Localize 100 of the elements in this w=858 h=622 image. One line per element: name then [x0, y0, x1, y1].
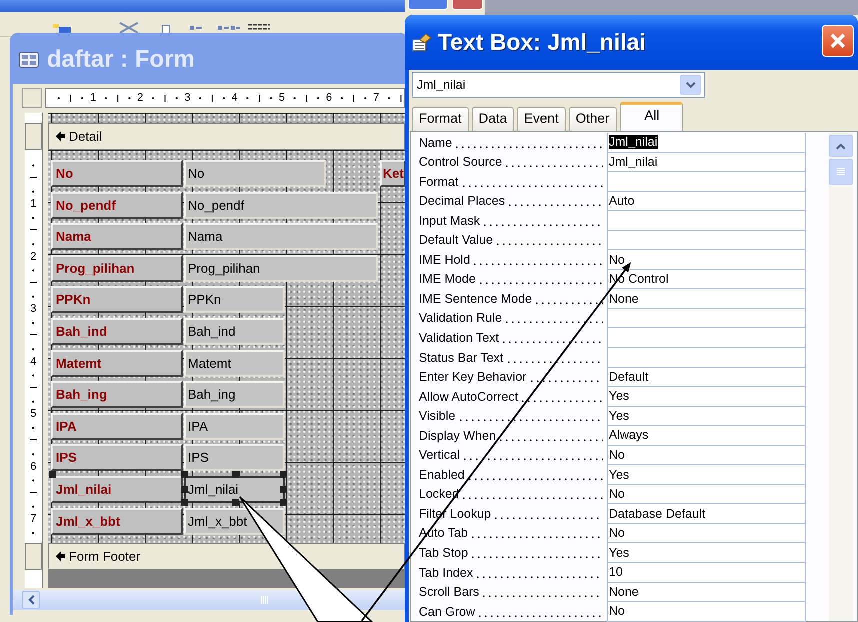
- ruler-number: 5: [276, 92, 288, 104]
- chevron-down-icon: [686, 82, 696, 88]
- property-value[interactable]: No: [607, 602, 806, 622]
- property-name: Name: [419, 136, 452, 150]
- property-value[interactable]: Database Default: [607, 504, 806, 524]
- property-value[interactable]: No: [607, 484, 806, 504]
- property-name: Display When: [419, 428, 496, 443]
- delete-icon[interactable]: [118, 22, 140, 34]
- property-name: Control Source: [419, 155, 502, 170]
- property-name: IME Hold: [419, 252, 470, 267]
- property-name: Tab Stop: [419, 546, 468, 560]
- tab[interactable]: Data: [472, 107, 514, 131]
- dot-leader: [534, 302, 603, 305]
- section-selector[interactable]: [25, 123, 42, 150]
- property-name: Validation Text: [419, 331, 500, 346]
- grip-icon: [837, 168, 845, 176]
- property-name: Input Mask: [419, 214, 480, 228]
- page-icon[interactable]: [162, 25, 170, 35]
- property-value[interactable]: Yes: [607, 543, 806, 564]
- field-label[interactable]: Ket: [380, 160, 406, 187]
- form-selector[interactable]: [22, 88, 42, 108]
- section-title: Form Footer: [69, 549, 141, 564]
- field-label[interactable]: Bah_ing: [51, 381, 183, 408]
- field-label[interactable]: Jml_x_bbt: [51, 508, 183, 535]
- field-label[interactable]: PPKn: [51, 286, 183, 314]
- move-handle[interactable]: [49, 470, 56, 478]
- property-name: Validation Rule: [419, 311, 502, 326]
- field-label[interactable]: IPA: [51, 412, 183, 440]
- section-selector[interactable]: [25, 543, 42, 570]
- property-value[interactable]: Jml_nilai: [607, 152, 806, 172]
- maximize-button[interactable]: [408, 0, 448, 10]
- property-value[interactable]: No: [607, 446, 806, 466]
- vertical-scrollbar[interactable]: [829, 133, 853, 621]
- text-box[interactable]: IPA: [184, 412, 285, 440]
- properties-icon: [412, 34, 432, 52]
- text-box[interactable]: Nama: [184, 223, 378, 250]
- property-name: Default Value: [419, 233, 494, 248]
- scroll-left-button[interactable]: [22, 591, 40, 609]
- window-title: Text Box: Jml_nilai: [438, 29, 646, 56]
- align-icon[interactable]: [218, 26, 240, 31]
- field-label[interactable]: Matemt: [51, 350, 183, 377]
- text-box[interactable]: Prog_pilihan: [184, 254, 378, 282]
- property-value[interactable]: Yes: [607, 406, 806, 426]
- property-name: Visible: [419, 409, 456, 424]
- property-name: Enter Key Behavior: [419, 370, 527, 384]
- form-icon[interactable]: [53, 24, 71, 33]
- section-arrow-icon: [55, 551, 66, 562]
- property-name: Can Grow: [419, 604, 476, 619]
- scroll-up-button[interactable]: [829, 135, 853, 157]
- text-box[interactable]: Matemt: [184, 350, 285, 377]
- align-icon[interactable]: [190, 26, 202, 31]
- property-value[interactable]: No: [607, 250, 806, 270]
- chevron-up-icon: [836, 142, 846, 150]
- property-name: IME Mode: [419, 272, 476, 286]
- text-box[interactable]: Bah_ind: [184, 318, 285, 345]
- text-box[interactable]: No: [184, 160, 326, 187]
- property-value[interactable]: Jml_nilai: [607, 133, 806, 153]
- grip-icon: [261, 596, 269, 604]
- text-box[interactable]: Bah_ing: [184, 381, 285, 408]
- object-dropdown[interactable]: Jml_nilai: [412, 72, 705, 98]
- form-icon: [19, 52, 39, 68]
- window-title: daftar : Form: [47, 46, 196, 74]
- text-box[interactable]: IPS: [184, 444, 285, 472]
- section-arrow-icon: [55, 131, 66, 142]
- property-name: Tab Index: [419, 566, 474, 580]
- property-name: Scroll Bars: [419, 585, 480, 600]
- property-value[interactable]: Always: [607, 426, 806, 446]
- property-value[interactable]: None: [607, 582, 806, 602]
- tab[interactable]: Format: [412, 107, 469, 131]
- property-value[interactable]: No: [607, 524, 806, 544]
- property-name: Status Bar Text: [419, 350, 504, 365]
- tab[interactable]: All: [620, 102, 683, 131]
- property-name: Allow AutoCorrect: [419, 390, 518, 404]
- property-value[interactable]: None: [607, 289, 806, 309]
- field-label[interactable]: Nama: [51, 223, 183, 250]
- property-value[interactable]: Yes: [607, 387, 806, 407]
- field-label[interactable]: Prog_pilihan: [51, 254, 183, 282]
- field-label[interactable]: Jml_nilai: [51, 476, 183, 503]
- property-value[interactable]: Auto: [607, 192, 806, 212]
- field-label[interactable]: Bah_ind: [51, 318, 183, 345]
- property-value[interactable]: Yes: [607, 465, 806, 485]
- section-header[interactable]: Detail: [48, 123, 405, 150]
- field-label[interactable]: No: [51, 160, 183, 187]
- property-name: Enabled: [419, 468, 465, 482]
- field-label[interactable]: No_pendf: [51, 192, 183, 219]
- property-name: Format: [419, 174, 459, 189]
- property-value[interactable]: Default: [607, 368, 806, 388]
- close-button[interactable]: [452, 0, 483, 10]
- property-value[interactable]: 10: [607, 563, 806, 583]
- lines-icon[interactable]: [248, 24, 270, 30]
- close-button[interactable]: [822, 25, 854, 57]
- tab[interactable]: Other: [568, 107, 617, 131]
- section-header[interactable]: Form Footer: [48, 543, 405, 570]
- text-box[interactable]: No_pendf: [184, 192, 378, 219]
- close-icon: [829, 32, 847, 50]
- scroll-thumb[interactable]: [829, 159, 853, 185]
- field-label[interactable]: IPS: [51, 444, 183, 472]
- tab[interactable]: Event: [517, 107, 566, 131]
- property-name: Vertical: [419, 448, 460, 462]
- text-box[interactable]: PPKn: [184, 286, 285, 314]
